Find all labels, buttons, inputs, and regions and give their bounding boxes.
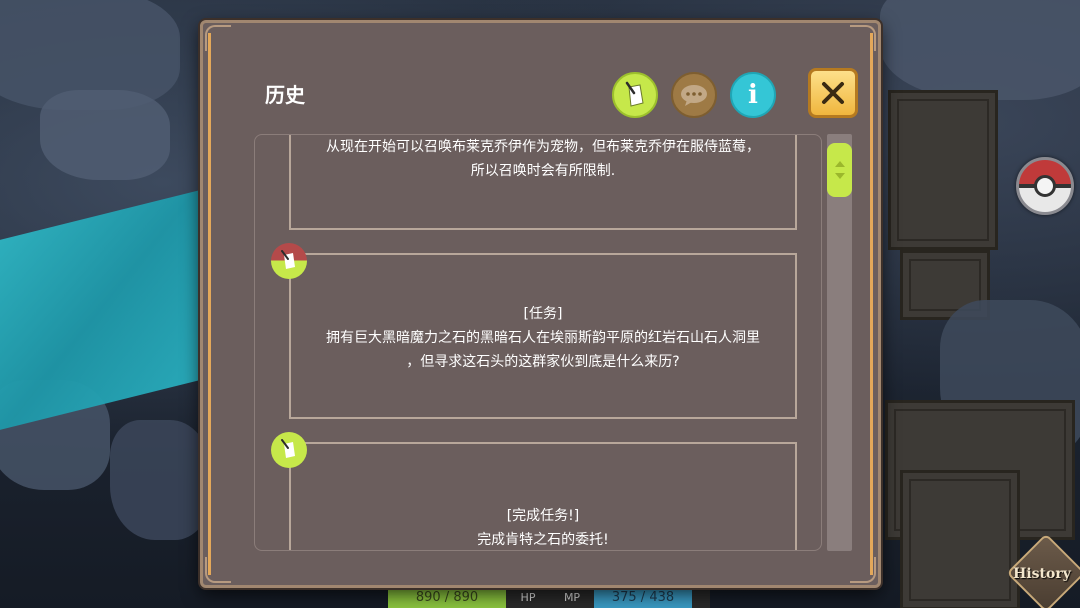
history-label: History [1013, 566, 1071, 582]
entry-line: [完成任务!] [506, 508, 580, 524]
close-icon [822, 82, 844, 104]
entry-line: 完成肯特之石的委托! [477, 532, 609, 548]
mp-bar: 375 / 438 [594, 586, 692, 608]
history-entry: [完成任务!] 完成肯特之石的委托! [255, 432, 821, 550]
mp-value: 375 / 438 [611, 589, 675, 605]
hp-label: HP [506, 586, 550, 608]
quest-paper-icon [625, 81, 644, 107]
frame-corner [205, 25, 231, 51]
quest-marker [271, 243, 307, 279]
dialog-title: 历史 [265, 83, 305, 107]
entry-line: ，但寻求这石头的这群家伙到底是什么来历? [406, 354, 680, 370]
quest-marker [271, 432, 307, 468]
frame-corner [850, 25, 876, 51]
hp-value: 890 / 890 [415, 589, 479, 605]
entry-line: 拥有巨大黑暗魔力之石的黑暗石人在埃丽斯韵平原的红岩石山石人洞里 [326, 330, 760, 346]
frame-corner [205, 557, 231, 583]
frame-corner [850, 557, 876, 583]
pokeball-button[interactable] [1016, 157, 1074, 215]
history-dialog: 历史 i 从现在开始可以召唤布莱克乔伊作为宠物，但布莱克乔伊在服侍蓝莓， 所以召… [200, 20, 881, 588]
scroll-up-icon [834, 161, 845, 167]
chat-bubble-icon [681, 85, 707, 106]
entry-line: 所以召唤时会有所限制. [470, 163, 616, 179]
scrollbar[interactable] [827, 134, 852, 551]
quest-paper-icon [281, 439, 295, 458]
hp-bar: 890 / 890 [388, 586, 506, 608]
close-button[interactable] [808, 68, 858, 118]
entry-line: 从现在开始可以召唤布莱克乔伊作为宠物，但布莱克乔伊在服侍蓝莓， [326, 139, 760, 155]
scroll-down-icon [834, 173, 845, 179]
tab-quest[interactable] [612, 72, 658, 118]
mp-bar-empty [692, 586, 710, 608]
water-pool [0, 185, 220, 435]
history-entry: 从现在开始可以召唤布莱克乔伊作为宠物，但布莱克乔伊在服侍蓝莓， 所以召唤时会有所… [255, 135, 821, 235]
history-list[interactable]: 从现在开始可以召唤布莱克乔伊作为宠物，但布莱克乔伊在服侍蓝莓， 所以召唤时会有所… [254, 134, 822, 551]
entry-text: 从现在开始可以召唤布莱克乔伊作为宠物，但布莱克乔伊在服侍蓝莓， 所以召唤时会有所… [289, 135, 797, 183]
history-button[interactable]: History [1006, 533, 1080, 608]
entry-text: [任务] 拥有巨大黑暗魔力之石的黑暗石人在埃丽斯韵平原的红岩石山石人洞里 ，但寻… [289, 302, 797, 374]
history-entry: [任务] 拥有巨大黑暗魔力之石的黑暗石人在埃丽斯韵平原的红岩石山石人洞里 ，但寻… [255, 243, 821, 425]
scroll-thumb[interactable] [827, 143, 852, 197]
hud-bar: 890 / 890 HP MP 375 / 438 [388, 586, 710, 608]
quest-paper-icon [281, 250, 295, 269]
info-icon: i [748, 80, 758, 110]
entry-line: [任务] [523, 306, 563, 322]
tab-chat[interactable] [671, 72, 717, 118]
mp-label: MP [550, 586, 594, 608]
tab-info[interactable]: i [730, 72, 776, 118]
entry-text: [完成任务!] 完成肯特之石的委托! [289, 504, 797, 550]
